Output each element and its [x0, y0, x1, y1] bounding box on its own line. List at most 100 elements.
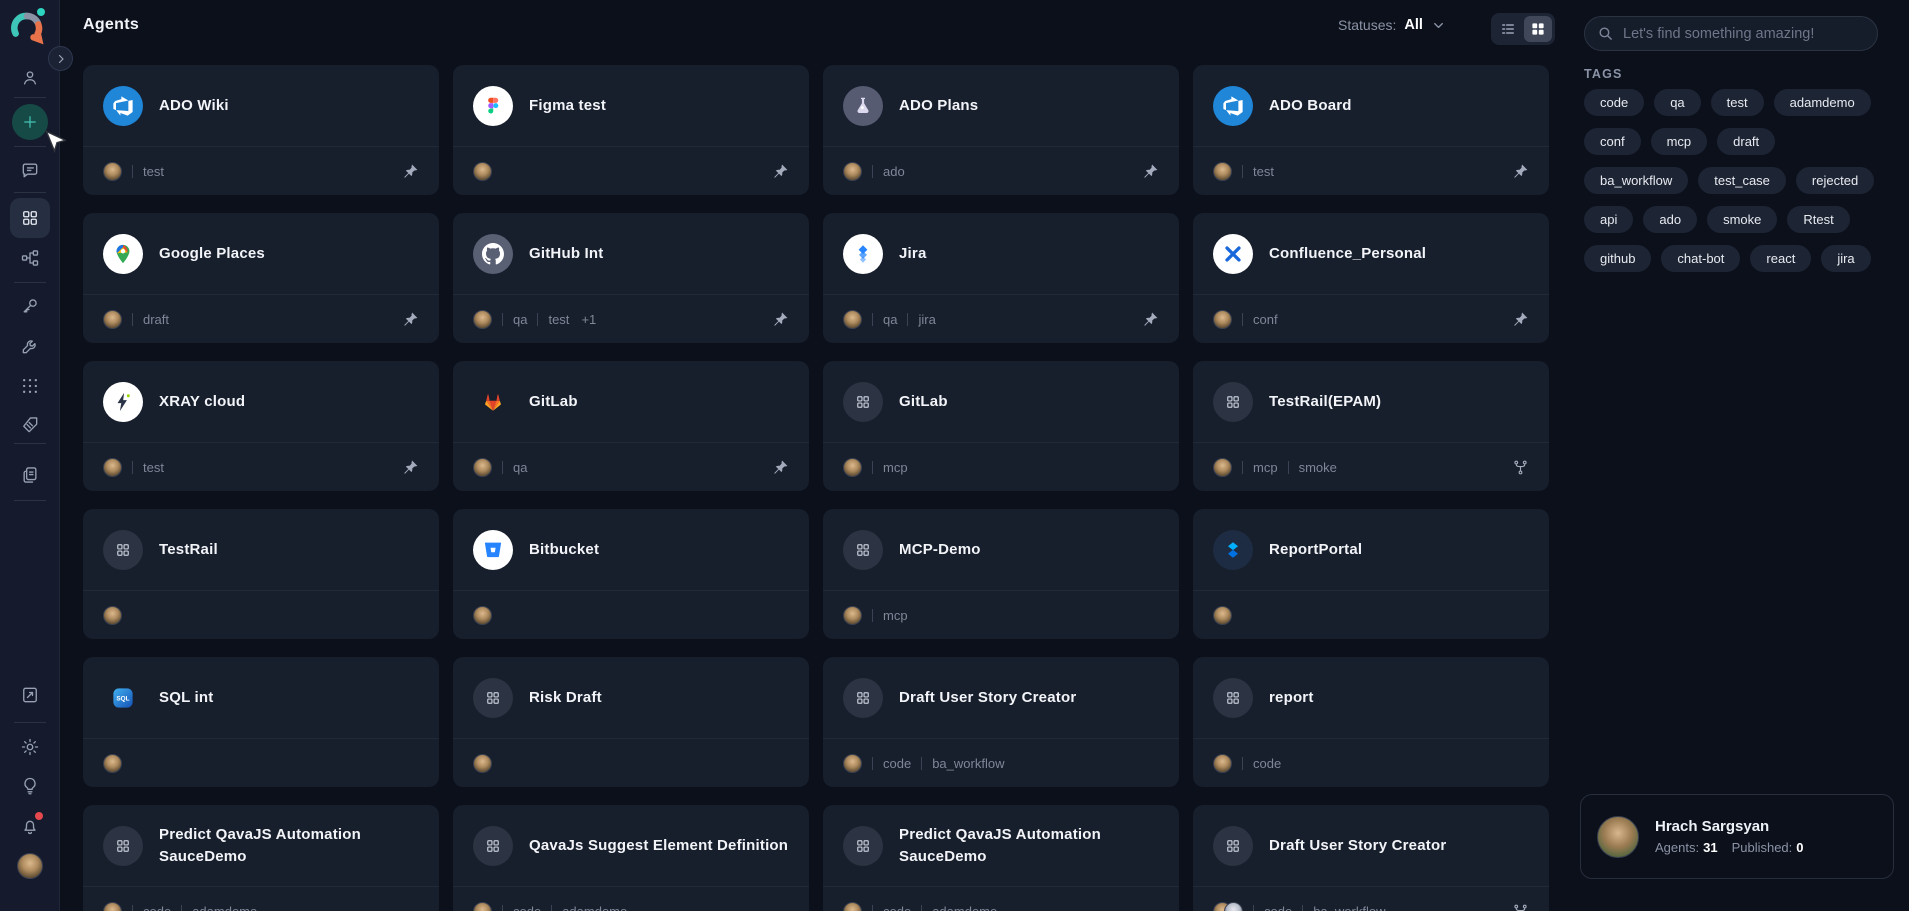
tag-chip[interactable]: smoke	[1707, 206, 1777, 233]
sidebar-item-account[interactable]	[10, 846, 50, 886]
tag-chip[interactable]: mcp	[1651, 128, 1708, 155]
agent-card[interactable]: Risk Draft	[453, 657, 809, 787]
agent-card[interactable]: GitHub Intqatest+1	[453, 213, 809, 343]
sidebar-item-tools[interactable]	[10, 326, 50, 366]
search-icon	[1597, 25, 1614, 42]
agent-card[interactable]: Draft User Story Creatorcodeba_workflow	[823, 657, 1179, 787]
sidebar-item-settings[interactable]	[10, 727, 50, 767]
search-input[interactable]	[1623, 26, 1865, 42]
tag-separator	[1242, 757, 1243, 770]
pin-icon[interactable]	[772, 311, 789, 328]
fork-icon[interactable]	[1512, 459, 1529, 476]
sidebar-item-ideas[interactable]	[10, 766, 50, 806]
sidebar-divider	[14, 97, 46, 98]
user-profile-card[interactable]: Hrach Sargsyan Agents: 31 Published: 0	[1580, 794, 1894, 879]
statuses-dropdown[interactable]: Statuses: All	[1338, 17, 1446, 33]
agent-card[interactable]: GitLabmcp	[823, 361, 1179, 491]
sidebar-expand-button[interactable]	[48, 46, 73, 71]
list-view-button[interactable]	[1494, 16, 1522, 42]
tag-chip[interactable]: code	[1584, 89, 1644, 116]
figma-icon	[473, 86, 513, 126]
fork-icon[interactable]	[1512, 903, 1529, 911]
sidebar-item-chat[interactable]	[10, 150, 50, 190]
agent-card[interactable]: ADO Plansado	[823, 65, 1179, 195]
flask-icon	[843, 86, 883, 126]
tag-row: ba_workflow test_case rejected	[1584, 167, 1896, 194]
agent-card[interactable]: TestRail(EPAM)mcpsmoke	[1193, 361, 1549, 491]
agent-card-title: Jira	[899, 243, 927, 265]
tag-chip[interactable]: conf	[1584, 128, 1641, 155]
agent-card[interactable]: reportcode	[1193, 657, 1549, 787]
agents-grid: ADO Wikitest Figma test ADO PlansadoADO Bo…	[83, 65, 1549, 911]
sidebar-item-notifications[interactable]	[10, 806, 50, 846]
tag-separator	[181, 905, 182, 911]
tag-chip[interactable]: react	[1750, 245, 1811, 272]
tag-chip[interactable]: api	[1584, 206, 1633, 233]
agent-card[interactable]: XRAY cloudtest	[83, 361, 439, 491]
agent-card-title: Predict QavaJS Automation SauceDemo	[899, 824, 1159, 868]
sidebar-item-export-doc[interactable]	[10, 675, 50, 715]
tag-chip[interactable]: qa	[1654, 89, 1700, 116]
tag-separator	[132, 313, 133, 326]
sidebar-item-agents[interactable]	[10, 198, 50, 238]
agent-card[interactable]: ADO Boardtest	[1193, 65, 1549, 195]
pin-icon[interactable]	[772, 163, 789, 180]
agent-card[interactable]: SQLSQL int	[83, 657, 439, 787]
tag-chip[interactable]: jira	[1821, 245, 1870, 272]
agent-tag: test	[1253, 164, 1274, 179]
tag-chip[interactable]: draft	[1717, 128, 1775, 155]
agent-card[interactable]: Google Placesdraft	[83, 213, 439, 343]
pin-icon[interactable]	[1512, 311, 1529, 328]
agent-card[interactable]: ReportPortal	[1193, 509, 1549, 639]
tag-chip[interactable]: github	[1584, 245, 1651, 272]
agent-card[interactable]: Bitbucket	[453, 509, 809, 639]
agent-card[interactable]: MCP-Demomcp	[823, 509, 1179, 639]
grid-view-button[interactable]	[1524, 16, 1552, 42]
pin-icon[interactable]	[772, 459, 789, 476]
agent-card[interactable]: Draft User Story Creatorcodeba_workflow	[1193, 805, 1549, 911]
tag-chip[interactable]: adamdemo	[1774, 89, 1871, 116]
tag-chip[interactable]: test_case	[1698, 167, 1786, 194]
agent-card[interactable]: TestRail	[83, 509, 439, 639]
sidebar-item-workflows[interactable]	[10, 238, 50, 278]
agent-card[interactable]: Predict QavaJS Automation SauceDemocodea…	[823, 805, 1179, 911]
agent-card[interactable]: GitLabqa	[453, 361, 809, 491]
tag-chip[interactable]: chat-bot	[1661, 245, 1740, 272]
sidebar-item-add-agent[interactable]	[12, 104, 48, 140]
placeholder-grid-icon	[103, 826, 143, 866]
tag-chip[interactable]: Rtest	[1787, 206, 1849, 233]
agent-card[interactable]: QavaJs Suggest Element Definitioncodeada…	[453, 805, 809, 911]
tag-chip[interactable]: test	[1711, 89, 1764, 116]
tag-separator	[872, 461, 873, 474]
tag-separator	[907, 313, 908, 326]
agent-card[interactable]: Confluence_Personalconf	[1193, 213, 1549, 343]
placeholder-grid-icon	[1213, 678, 1253, 718]
tag-chip[interactable]: rejected	[1796, 167, 1874, 194]
agent-card[interactable]: ADO Wikitest	[83, 65, 439, 195]
pin-icon[interactable]	[1142, 311, 1159, 328]
pin-icon[interactable]	[402, 459, 419, 476]
placeholder-grid-icon	[1213, 382, 1253, 422]
agent-card-title: Figma test	[529, 95, 606, 117]
tag-chip[interactable]: ba_workflow	[1584, 167, 1688, 194]
owner-avatar	[1213, 606, 1232, 625]
pin-icon[interactable]	[402, 163, 419, 180]
sidebar-item-documents[interactable]	[10, 455, 50, 495]
sidebar-item-keys[interactable]	[10, 286, 50, 326]
agent-card[interactable]: Figma test	[453, 65, 809, 195]
pin-icon[interactable]	[402, 311, 419, 328]
app-logo-icon[interactable]	[10, 11, 44, 45]
xray-icon	[103, 382, 143, 422]
pin-icon[interactable]	[1512, 163, 1529, 180]
agent-tag: code	[1264, 904, 1292, 911]
tag-separator	[872, 165, 873, 178]
agent-card[interactable]: Predict QavaJS Automation SauceDemocodea…	[83, 805, 439, 911]
grid-2x2-icon	[20, 208, 40, 228]
sidebar-item-tags[interactable]	[10, 405, 50, 445]
sidebar-item-profile[interactable]	[10, 58, 50, 98]
agent-card-title: TestRail	[159, 539, 218, 561]
tag-chip[interactable]: ado	[1643, 206, 1697, 233]
sidebar-item-apps[interactable]	[10, 366, 50, 406]
agent-card[interactable]: Jiraqajira	[823, 213, 1179, 343]
pin-icon[interactable]	[1142, 163, 1159, 180]
